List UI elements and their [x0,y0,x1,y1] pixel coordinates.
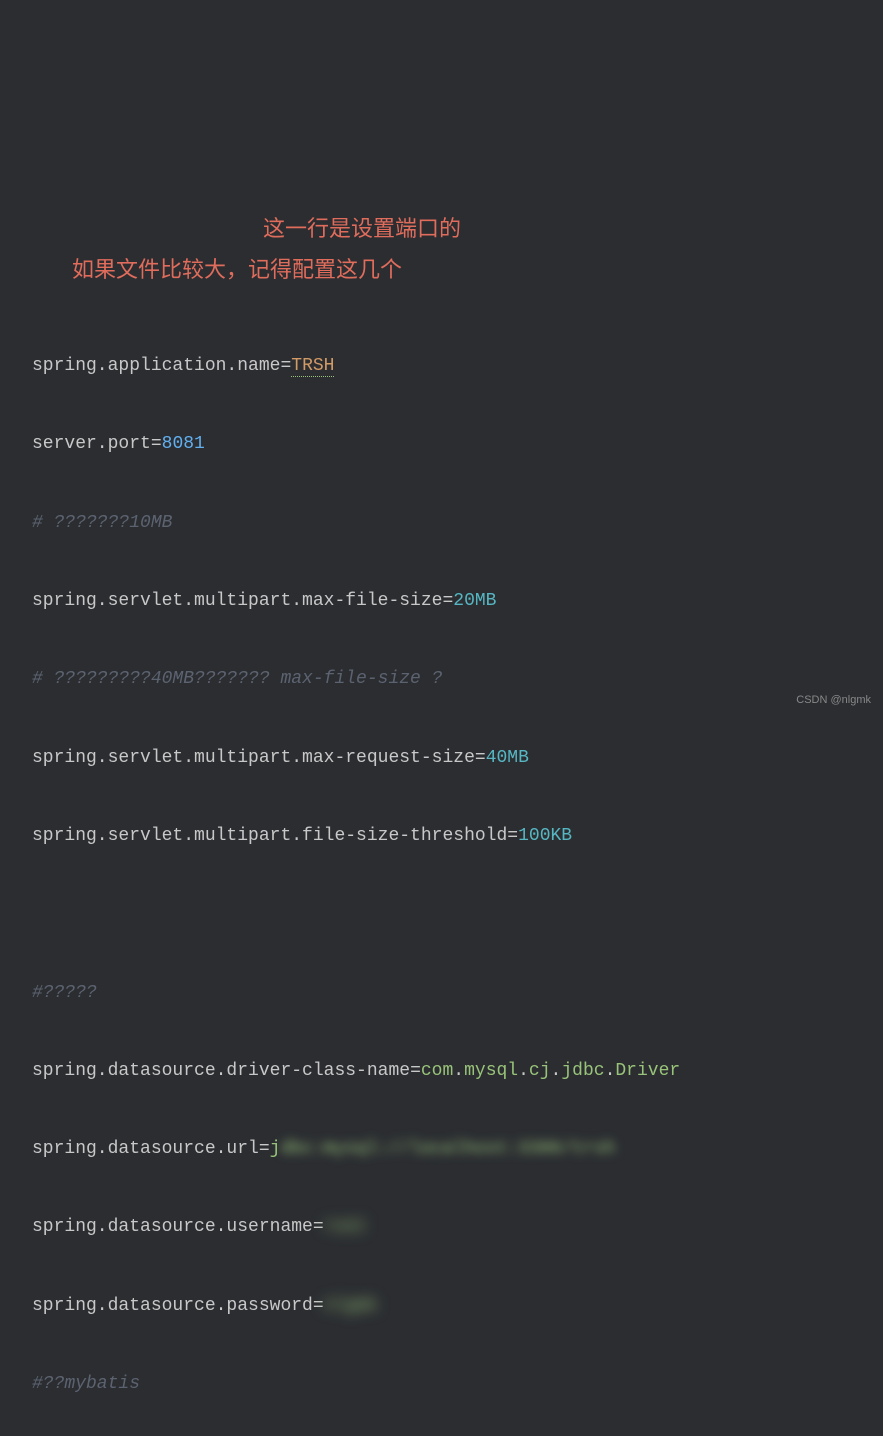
property-value-seg: com [421,1061,453,1081]
property-value-seg: jdbc [561,1061,604,1081]
property-value-redacted: root [324,1209,367,1247]
property-value: 40MB [486,748,529,768]
code-line[interactable]: # ???????10MB [32,505,851,546]
code-editor-viewport[interactable]: 这一行是设置端口的 如果文件比较大，记得配置这几个 spring.applica… [32,159,851,1436]
property-value-seg: mysql [464,1061,518,1081]
code-line[interactable]: spring.datasource.password=nlgmk [32,1288,851,1329]
property-value: 20MB [453,591,496,611]
property-key: spring.datasource.username [32,1217,313,1237]
property-key: spring.datasource.url [32,1139,259,1159]
comment-text: #????? [32,983,97,1003]
property-value: 8081 [162,434,205,454]
code-line[interactable]: # ?????????40MB??????? max-file-size ? [32,661,851,702]
property-key: spring.datasource.driver-class-name [32,1061,410,1081]
code-line[interactable]: spring.datasource.username=root [32,1209,851,1250]
code-line-empty[interactable] [32,896,851,937]
property-key: spring.servlet.multipart.file-size-thres… [32,826,507,846]
code-line[interactable]: spring.servlet.multipart.max-request-siz… [32,740,851,781]
code-line[interactable]: spring.servlet.multipart.file-size-thres… [32,818,851,859]
annotation-port-comment: 这一行是设置端口的 [263,206,461,252]
comment-text: # ?????????40MB??????? max-file-size ? [32,669,442,689]
property-key: spring.datasource.password [32,1296,313,1316]
code-line[interactable]: server.port=8081 [32,426,851,467]
property-value-prefix: j [270,1139,281,1159]
code-line[interactable]: spring.datasource.url=jdbc:mysql://local… [32,1131,851,1172]
property-value-seg: cj [529,1061,551,1081]
property-value-redacted: dbc:mysql://localhost:3306/trsh [280,1131,615,1169]
code-line[interactable]: spring.application.name=TRSH [32,348,851,389]
code-line[interactable]: #??mybatis [32,1366,851,1407]
property-key: spring.servlet.multipart.max-request-siz… [32,748,475,768]
property-value-seg: Driver [615,1061,680,1081]
comment-text: # ???????10MB [32,513,172,533]
property-value: TRSH [291,356,334,377]
comment-text: #??mybatis [32,1374,140,1394]
code-line[interactable]: #????? [32,975,851,1016]
property-key: spring.application.name [32,356,280,376]
property-value-redacted: nlgmk [324,1288,378,1326]
watermark-text: CSDN @nlgmk [796,689,871,712]
property-key: server.port [32,434,151,454]
annotation-filesize-comment: 如果文件比较大，记得配置这几个 [72,247,402,293]
code-line[interactable]: spring.servlet.multipart.max-file-size=2… [32,583,851,624]
code-line[interactable]: spring.datasource.driver-class-name=com.… [32,1053,851,1094]
property-value: 100KB [518,826,572,846]
property-key: spring.servlet.multipart.max-file-size [32,591,442,611]
